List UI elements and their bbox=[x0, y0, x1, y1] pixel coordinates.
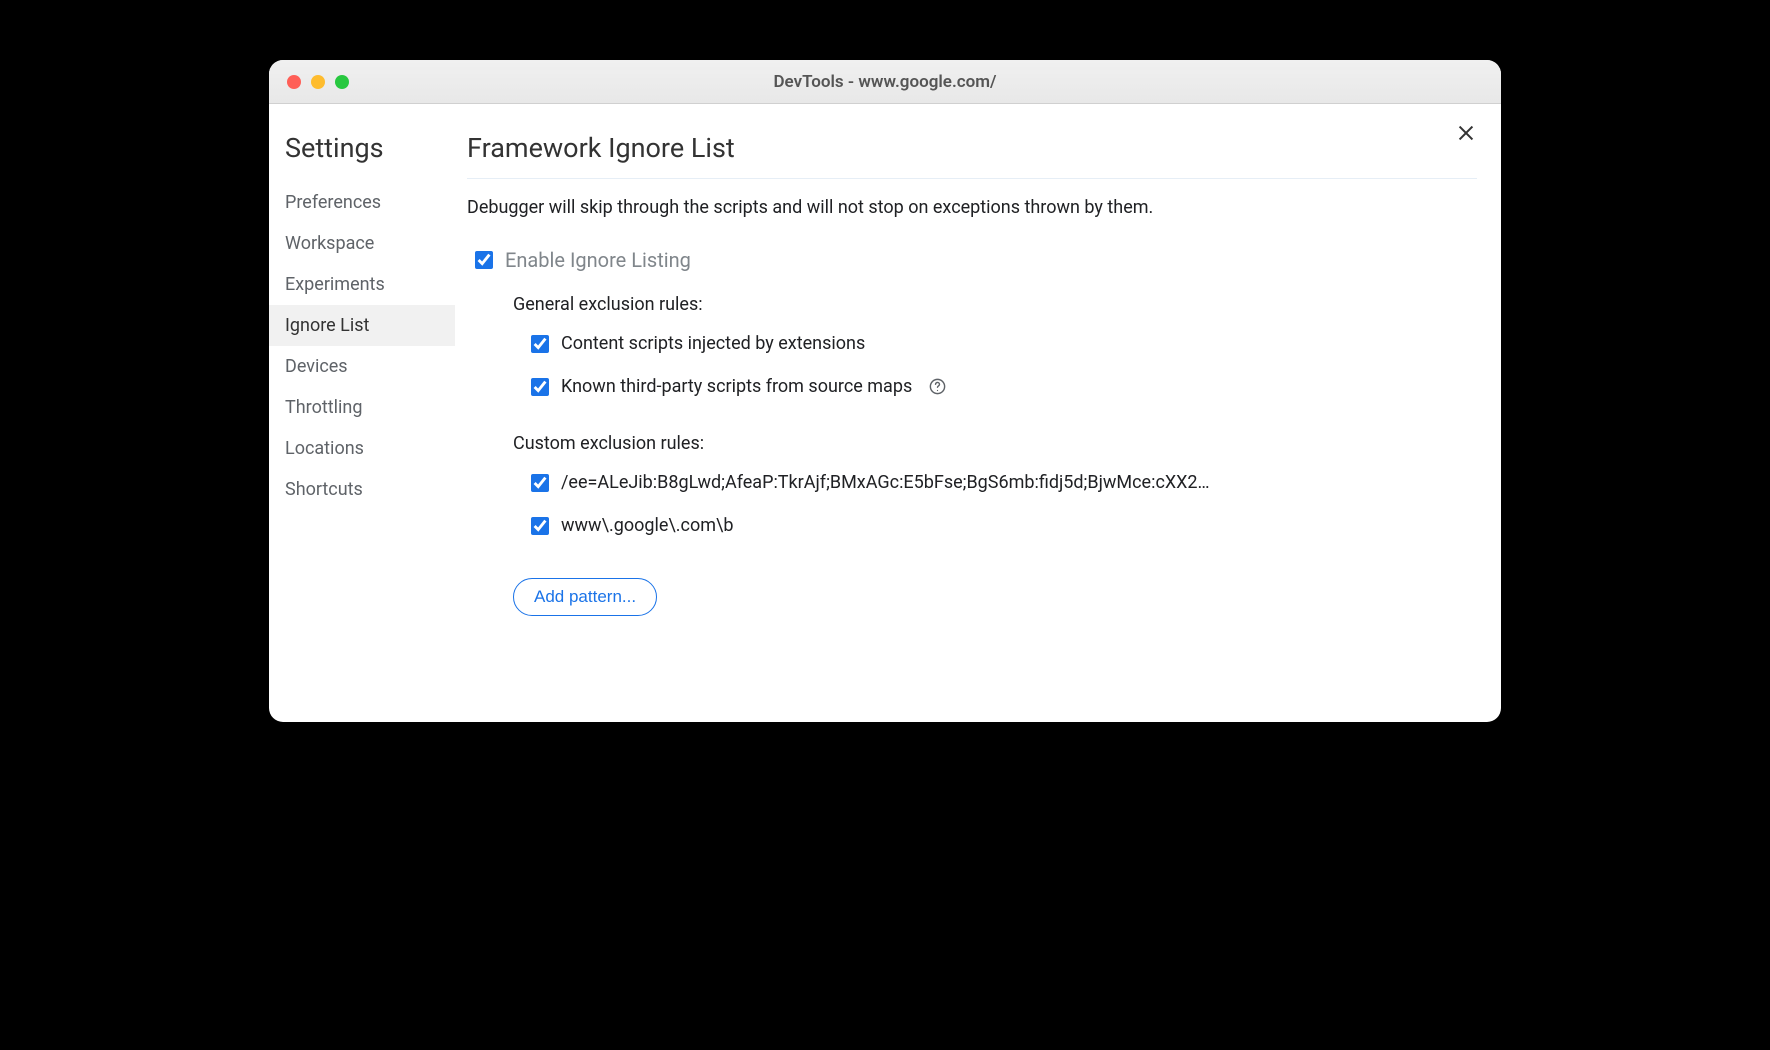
sidebar-item-shortcuts[interactable]: Shortcuts bbox=[269, 469, 455, 510]
sidebar-item-experiments[interactable]: Experiments bbox=[269, 264, 455, 305]
main-panel: Framework Ignore List Debugger will skip… bbox=[455, 104, 1501, 722]
custom-rule-row: www\.google\.com\b bbox=[531, 515, 1477, 536]
sidebar-item-devices[interactable]: Devices bbox=[269, 346, 455, 387]
page-title: Framework Ignore List bbox=[467, 132, 1477, 179]
custom-rule-2-pattern: www\.google\.com\b bbox=[561, 515, 734, 536]
general-rule-row: Content scripts injected by extensions bbox=[531, 333, 1477, 354]
page-description: Debugger will skip through the scripts a… bbox=[467, 197, 1477, 218]
devtools-window: DevTools - www.google.com/ Settings Pref… bbox=[269, 60, 1501, 722]
sidebar-item-preferences[interactable]: Preferences bbox=[269, 182, 455, 223]
third-party-scripts-checkbox[interactable] bbox=[531, 378, 549, 396]
titlebar: DevTools - www.google.com/ bbox=[269, 60, 1501, 104]
content-scripts-checkbox[interactable] bbox=[531, 335, 549, 353]
window-title: DevTools - www.google.com/ bbox=[269, 72, 1501, 92]
custom-rule-2-checkbox[interactable] bbox=[531, 517, 549, 535]
custom-rule-1-pattern: /ee=ALeJib:B8gLwd;AfeaP:TkrAjf;BMxAGc:E5… bbox=[561, 472, 1210, 493]
enable-ignore-listing-row: Enable Ignore Listing bbox=[475, 248, 1477, 272]
custom-rule-row: /ee=ALeJib:B8gLwd;AfeaP:TkrAjf;BMxAGc:E5… bbox=[531, 472, 1477, 493]
sidebar-title: Settings bbox=[285, 132, 455, 164]
general-rules-label: General exclusion rules: bbox=[513, 294, 1477, 315]
third-party-scripts-label: Known third-party scripts from source ma… bbox=[561, 376, 912, 397]
sidebar-item-throttling[interactable]: Throttling bbox=[269, 387, 455, 428]
traffic-lights bbox=[269, 75, 349, 89]
sidebar-item-locations[interactable]: Locations bbox=[269, 428, 455, 469]
minimize-window-button[interactable] bbox=[311, 75, 325, 89]
enable-ignore-listing-label: Enable Ignore Listing bbox=[505, 248, 691, 272]
custom-rule-1-checkbox[interactable] bbox=[531, 474, 549, 492]
sidebar-item-ignore-list[interactable]: Ignore List bbox=[269, 305, 455, 346]
maximize-window-button[interactable] bbox=[335, 75, 349, 89]
general-rule-row: Known third-party scripts from source ma… bbox=[531, 376, 1477, 397]
custom-rules-label: Custom exclusion rules: bbox=[513, 433, 1477, 454]
content-area: Settings Preferences Workspace Experimen… bbox=[269, 104, 1501, 722]
enable-ignore-listing-checkbox[interactable] bbox=[475, 251, 493, 269]
content-scripts-label: Content scripts injected by extensions bbox=[561, 333, 865, 354]
settings-sidebar: Settings Preferences Workspace Experimen… bbox=[269, 104, 455, 722]
sidebar-item-workspace[interactable]: Workspace bbox=[269, 223, 455, 264]
help-icon[interactable] bbox=[928, 377, 947, 396]
close-icon[interactable] bbox=[1455, 122, 1477, 144]
close-window-button[interactable] bbox=[287, 75, 301, 89]
add-pattern-button[interactable]: Add pattern... bbox=[513, 578, 657, 616]
